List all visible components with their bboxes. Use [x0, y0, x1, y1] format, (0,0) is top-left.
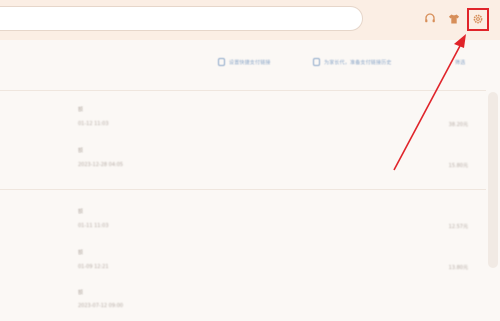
row-label: 额 [78, 290, 84, 296]
row-label: 额 [78, 107, 84, 113]
row-label: 额 [78, 148, 84, 154]
link-icon [218, 58, 225, 66]
top-bar [0, 0, 500, 40]
settings-highlight-box [467, 8, 489, 31]
phone-icon [313, 58, 320, 66]
row-amount: 12.57元 [448, 224, 468, 230]
row-label: 额 [78, 209, 84, 215]
row-time: 2023-07-12 09:00 [78, 303, 124, 309]
list-group: 额 01-11 11:03 12.57元 额 01-09 12:21 13.80… [0, 190, 486, 321]
skin-shirt-icon[interactable] [445, 10, 463, 28]
list-group: 额 01-12 11:03 38.20元 额 2023-12-28 04:05 … [0, 92, 486, 189]
row-label: 额 [78, 250, 84, 256]
row-amount: 38.20元 [448, 122, 468, 128]
headset-icon[interactable] [421, 10, 439, 28]
action-label: 筛选 [455, 59, 466, 66]
row-time: 01-09 12:21 [78, 264, 109, 270]
action-label: 设置快捷支付链接 [229, 59, 271, 66]
action-label: 为家长代，准备支付链接历史 [324, 59, 392, 66]
row-time: 01-11 11:03 [78, 223, 109, 229]
quick-pay-link-action[interactable]: 设置快捷支付链接 [218, 56, 271, 68]
row-amount: 13.80元 [448, 265, 468, 271]
scrollbar-thumb[interactable] [488, 92, 498, 268]
row-time: 2023-12-28 04:05 [78, 162, 124, 168]
filter-action[interactable]: 筛选 [455, 56, 465, 68]
row-amount: 15.80元 [448, 163, 468, 169]
history-action[interactable]: 为家长代，准备支付链接历史 [313, 56, 392, 68]
row-time: 01-12 11:03 [78, 121, 109, 127]
search-input[interactable] [0, 6, 363, 31]
divider [0, 90, 486, 91]
